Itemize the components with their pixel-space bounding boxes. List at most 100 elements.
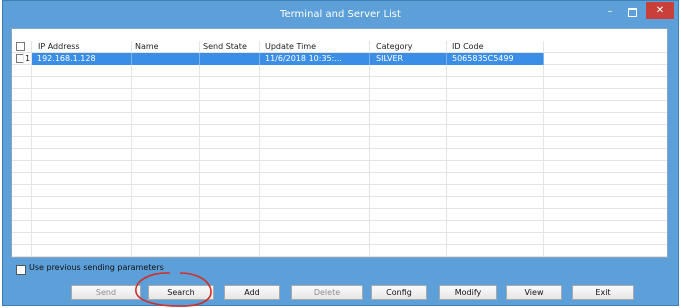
empty-grid-cell bbox=[447, 233, 544, 245]
empty-grid-row bbox=[12, 185, 667, 197]
empty-grid-cell bbox=[32, 113, 132, 125]
empty-grid-row bbox=[12, 209, 667, 221]
empty-grid-row bbox=[12, 161, 667, 173]
cell-category[interactable]: SILVER bbox=[370, 53, 447, 65]
empty-grid-cell bbox=[132, 89, 200, 101]
cell-ip-address[interactable]: 192.168.1.128 bbox=[32, 53, 132, 65]
empty-grid-row bbox=[12, 149, 667, 161]
empty-grid-cell bbox=[200, 65, 260, 77]
empty-grid-cell bbox=[32, 209, 132, 221]
empty-grid-cell bbox=[132, 161, 200, 173]
empty-grid-cell bbox=[447, 245, 544, 257]
empty-grid-cell bbox=[260, 233, 370, 245]
empty-grid-cell bbox=[447, 137, 544, 149]
empty-grid-cell bbox=[32, 197, 132, 209]
empty-grid-cell bbox=[544, 197, 667, 209]
empty-grid-cell bbox=[370, 209, 447, 221]
empty-grid-cell bbox=[24, 149, 32, 161]
column-header-category[interactable]: Category bbox=[370, 41, 447, 53]
empty-grid-cell bbox=[370, 89, 447, 101]
use-previous-params-label: Use previous sending parameters bbox=[29, 263, 164, 272]
empty-grid-cell bbox=[32, 161, 132, 173]
empty-grid-cell bbox=[260, 65, 370, 77]
column-header-ip[interactable]: IP Address bbox=[32, 41, 132, 53]
empty-grid-cell bbox=[200, 137, 260, 149]
select-all-checkbox[interactable] bbox=[16, 42, 25, 51]
empty-grid-cell bbox=[544, 101, 667, 113]
column-header-send-state[interactable]: Send State bbox=[200, 41, 260, 53]
cell-id-code[interactable]: 5065835C5499 bbox=[447, 53, 544, 65]
terminal-list-grid[interactable]: IP Address Name Send State Update Time C… bbox=[11, 28, 668, 258]
empty-grid-cell bbox=[370, 101, 447, 113]
empty-grid-cell bbox=[370, 65, 447, 77]
empty-grid-cell bbox=[370, 125, 447, 137]
empty-grid-cell bbox=[200, 89, 260, 101]
empty-grid-cell bbox=[260, 77, 370, 89]
empty-grid-cell bbox=[370, 185, 447, 197]
empty-grid-cell bbox=[132, 113, 200, 125]
maximize-button[interactable] bbox=[624, 5, 640, 19]
empty-grid-cell bbox=[447, 149, 544, 161]
empty-grid-cell bbox=[200, 77, 260, 89]
close-button[interactable]: ✕ bbox=[646, 2, 674, 19]
row-checkbox[interactable] bbox=[16, 54, 23, 63]
empty-grid-cell bbox=[32, 149, 132, 161]
select-all-cell[interactable] bbox=[12, 41, 32, 53]
empty-grid-cell bbox=[260, 197, 370, 209]
empty-grid-cell bbox=[200, 221, 260, 233]
empty-grid-cell bbox=[544, 209, 667, 221]
title-bar[interactable]: Terminal and Server List – ✕ bbox=[3, 1, 678, 28]
empty-grid-cell bbox=[260, 161, 370, 173]
empty-grid-cell bbox=[370, 77, 447, 89]
empty-grid-row bbox=[12, 77, 667, 89]
config-button[interactable]: Config bbox=[371, 285, 427, 300]
empty-grid-cell bbox=[544, 245, 667, 257]
column-header-id-code[interactable]: ID Code bbox=[447, 41, 544, 53]
column-header-name[interactable]: Name bbox=[132, 41, 200, 53]
table-row[interactable]: 1 192.168.1.128 11/6/2018 10:35:... SILV… bbox=[12, 53, 667, 65]
empty-grid-cell bbox=[24, 125, 32, 137]
empty-grid-cell bbox=[370, 233, 447, 245]
empty-grid-cell bbox=[32, 221, 132, 233]
cell-name[interactable] bbox=[132, 53, 200, 65]
empty-grid-cell bbox=[24, 89, 32, 101]
empty-grid-cell bbox=[132, 149, 200, 161]
row-index: 1 bbox=[25, 53, 32, 65]
empty-grid-cell bbox=[132, 77, 200, 89]
use-previous-params-checkbox[interactable] bbox=[16, 265, 26, 275]
empty-grid-cell bbox=[200, 113, 260, 125]
delete-button[interactable]: Delete bbox=[291, 285, 363, 300]
cell-update-time[interactable]: 11/6/2018 10:35:... bbox=[260, 53, 370, 65]
window-title: Terminal and Server List bbox=[280, 9, 401, 20]
empty-grid-cell bbox=[260, 245, 370, 257]
empty-grid-cell bbox=[32, 89, 132, 101]
modify-button[interactable]: Modify bbox=[439, 285, 497, 300]
minimize-button[interactable]: – bbox=[602, 5, 618, 19]
empty-grid-cell bbox=[32, 233, 132, 245]
empty-grid-cell bbox=[370, 149, 447, 161]
empty-grid-cell bbox=[544, 137, 667, 149]
search-button[interactable]: Search bbox=[148, 285, 214, 300]
empty-grid-cell bbox=[132, 65, 200, 77]
empty-grid-cell bbox=[260, 209, 370, 221]
empty-grid-cell bbox=[24, 197, 32, 209]
empty-grid-cell bbox=[32, 125, 132, 137]
empty-grid-cell bbox=[32, 173, 132, 185]
empty-grid-cell bbox=[260, 137, 370, 149]
empty-grid-cell bbox=[447, 209, 544, 221]
exit-button[interactable]: Exit bbox=[572, 285, 634, 300]
column-header-update-time[interactable]: Update Time bbox=[260, 41, 370, 53]
add-button[interactable]: Add bbox=[224, 285, 280, 300]
row-checkbox-cell[interactable] bbox=[12, 53, 24, 65]
empty-grid-cell bbox=[447, 161, 544, 173]
empty-grid-cell bbox=[132, 221, 200, 233]
empty-grid-cell bbox=[544, 65, 667, 77]
empty-grid-cell bbox=[447, 185, 544, 197]
empty-grid-cell bbox=[132, 245, 200, 257]
view-button[interactable]: View bbox=[506, 285, 562, 300]
empty-grid-row bbox=[12, 101, 667, 113]
empty-grid-cell bbox=[200, 161, 260, 173]
cell-send-state[interactable] bbox=[200, 53, 260, 65]
send-button[interactable]: Send bbox=[71, 285, 141, 300]
empty-grid-cell bbox=[24, 173, 32, 185]
